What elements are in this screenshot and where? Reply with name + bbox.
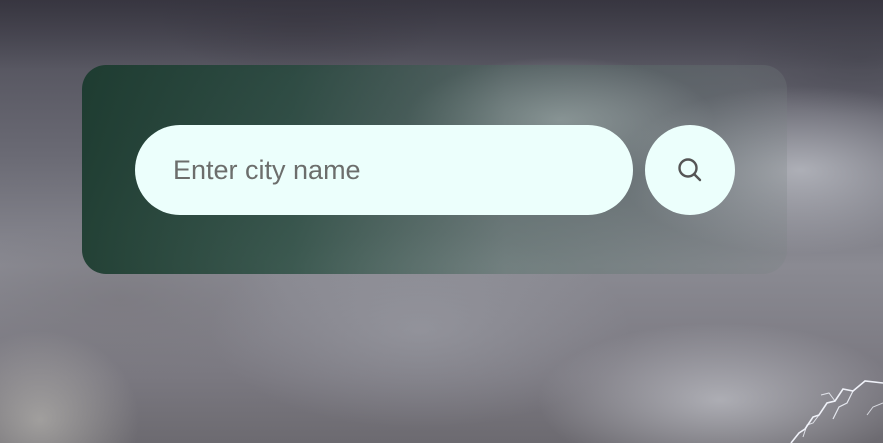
- city-search-input[interactable]: [135, 125, 633, 215]
- sky-background-top: [0, 0, 883, 70]
- lightning-decoration: [790, 380, 883, 443]
- search-panel: [82, 65, 787, 274]
- search-icon: [677, 157, 703, 183]
- sky-background-glow: [0, 330, 140, 443]
- search-button[interactable]: [645, 125, 735, 215]
